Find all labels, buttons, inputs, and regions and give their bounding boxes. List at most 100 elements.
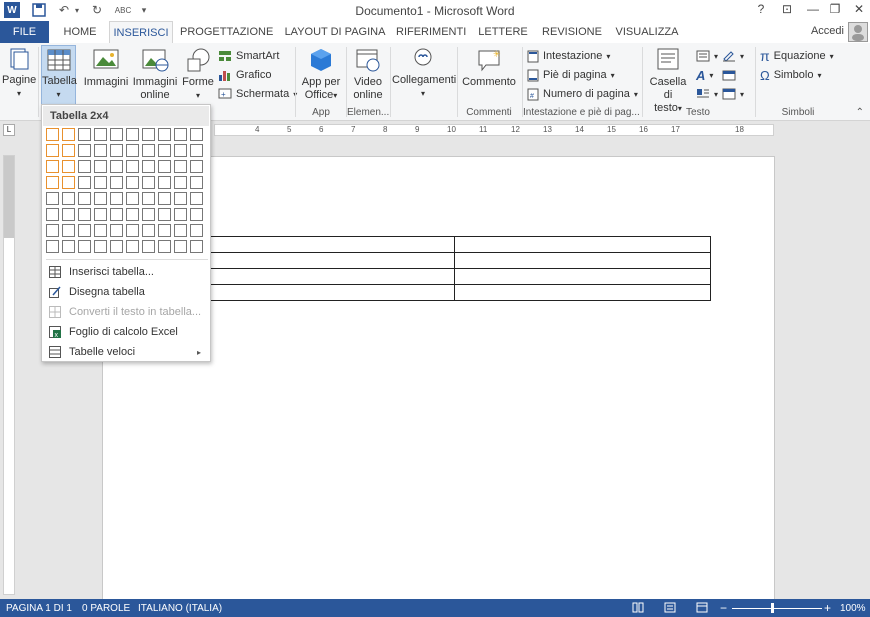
table-grid-cell[interactable] bbox=[174, 224, 187, 237]
table-grid-cell[interactable] bbox=[190, 224, 203, 237]
table-grid-cell[interactable] bbox=[78, 192, 91, 205]
table-grid-cell[interactable] bbox=[158, 176, 171, 189]
table-grid-cell[interactable] bbox=[110, 144, 123, 157]
commento-button[interactable]: ✳ Commento bbox=[459, 47, 519, 89]
collegamenti-button[interactable]: Collegamenti ▾ bbox=[392, 47, 456, 100]
table-cell[interactable] bbox=[454, 268, 711, 285]
tab-riferimenti[interactable]: RIFERIMENTI bbox=[396, 21, 466, 43]
smartart-button[interactable]: SmartArt bbox=[218, 47, 279, 65]
table-grid-cell[interactable] bbox=[158, 224, 171, 237]
table-grid-cell[interactable] bbox=[46, 224, 59, 237]
date-time-button[interactable] bbox=[722, 66, 736, 84]
table-grid-cell[interactable] bbox=[190, 208, 203, 221]
table-grid-cell[interactable] bbox=[142, 176, 155, 189]
tab-home[interactable]: HOME bbox=[56, 21, 104, 43]
print-layout-icon[interactable] bbox=[664, 602, 676, 616]
table-grid-cell[interactable] bbox=[142, 160, 155, 173]
table-grid-cell[interactable] bbox=[126, 192, 139, 205]
table-grid-cell[interactable] bbox=[46, 176, 59, 189]
vertical-ruler[interactable] bbox=[3, 155, 15, 595]
zoom-in-button[interactable]: + bbox=[824, 601, 831, 615]
table-grid-cell[interactable] bbox=[142, 192, 155, 205]
simbolo-button[interactable]: Ω Simbolo ▾ bbox=[760, 66, 821, 84]
page-count[interactable]: PAGINA 1 DI 1 bbox=[6, 603, 72, 614]
casella-di-testo-button[interactable]: Casella di testo▾ bbox=[644, 47, 692, 115]
table-grid-cell[interactable] bbox=[78, 144, 91, 157]
app-per-office-button[interactable]: App per Office▾ bbox=[300, 47, 342, 102]
tab-layout-di-pagina[interactable]: LAYOUT DI PAGINA bbox=[283, 21, 387, 43]
table-grid-cell[interactable] bbox=[94, 192, 107, 205]
immagini-button[interactable]: Immagini bbox=[83, 47, 129, 89]
video-online-button[interactable]: Video online bbox=[349, 47, 387, 102]
table-cell[interactable] bbox=[454, 236, 711, 253]
table-grid-cell[interactable] bbox=[190, 240, 203, 253]
table-grid-cell[interactable] bbox=[78, 176, 91, 189]
table-grid-cell[interactable] bbox=[94, 176, 107, 189]
table-grid-cell[interactable] bbox=[94, 224, 107, 237]
table-grid-cell[interactable] bbox=[142, 144, 155, 157]
table-grid-cell[interactable] bbox=[110, 160, 123, 173]
tab-selector[interactable]: L bbox=[3, 124, 15, 136]
table-grid-cell[interactable] bbox=[62, 192, 75, 205]
table-grid-cell[interactable] bbox=[110, 176, 123, 189]
table-grid-cell[interactable] bbox=[158, 128, 171, 141]
table-grid-cell[interactable] bbox=[46, 208, 59, 221]
table-grid-cell[interactable] bbox=[142, 224, 155, 237]
table-grid-cell[interactable] bbox=[62, 144, 75, 157]
object-button[interactable]: ▾ bbox=[722, 85, 744, 103]
table-cell[interactable] bbox=[198, 252, 455, 269]
table-grid-cell[interactable] bbox=[158, 160, 171, 173]
table-grid-cell[interactable] bbox=[62, 176, 75, 189]
table-grid-cell[interactable] bbox=[94, 128, 107, 141]
language-indicator[interactable]: ITALIANO (ITALIA) bbox=[138, 603, 222, 614]
close-button[interactable]: ✕ bbox=[848, 2, 870, 18]
table-cell[interactable] bbox=[454, 284, 711, 301]
read-mode-icon[interactable] bbox=[632, 602, 644, 616]
wordart-button[interactable]: A ▾ bbox=[696, 66, 713, 84]
table-grid-cell[interactable] bbox=[46, 192, 59, 205]
zoom-out-button[interactable]: − bbox=[720, 601, 727, 615]
table-grid-cell[interactable] bbox=[78, 128, 91, 141]
tab-visualizza[interactable]: VISUALIZZA bbox=[613, 21, 681, 43]
immagini-online-button[interactable]: Immagini online bbox=[131, 47, 179, 102]
zoom-slider-thumb[interactable] bbox=[771, 603, 774, 613]
table-grid-cell[interactable] bbox=[174, 176, 187, 189]
table-grid-cell[interactable] bbox=[190, 192, 203, 205]
table-grid-cell[interactable] bbox=[110, 192, 123, 205]
table-grid-cell[interactable] bbox=[190, 176, 203, 189]
tabelle-veloci-item[interactable]: Tabelle veloci ▸ bbox=[43, 342, 209, 362]
table-grid-cell[interactable] bbox=[126, 208, 139, 221]
quick-parts-button[interactable]: ▾ bbox=[696, 47, 718, 65]
help-icon[interactable]: ? bbox=[750, 2, 772, 18]
equazione-button[interactable]: π Equazione ▾ bbox=[760, 47, 834, 65]
table-grid-cell[interactable] bbox=[110, 224, 123, 237]
web-layout-icon[interactable] bbox=[696, 602, 708, 616]
forme-button[interactable]: Forme ▾ bbox=[181, 47, 215, 102]
table-grid-cell[interactable] bbox=[62, 240, 75, 253]
table-cell[interactable] bbox=[198, 236, 455, 253]
table-grid-cell[interactable] bbox=[78, 224, 91, 237]
table-grid-cell[interactable] bbox=[158, 240, 171, 253]
table-grid-cell[interactable] bbox=[46, 144, 59, 157]
table-grid-cell[interactable] bbox=[126, 240, 139, 253]
table-grid-cell[interactable] bbox=[62, 208, 75, 221]
word-count[interactable]: 0 PAROLE bbox=[82, 603, 130, 614]
tab-progettazione[interactable]: PROGETTAZIONE bbox=[180, 21, 273, 43]
table-grid-cell[interactable] bbox=[174, 128, 187, 141]
table-grid-cell[interactable] bbox=[78, 208, 91, 221]
table-grid-cell[interactable] bbox=[174, 160, 187, 173]
inserisci-tabella-item[interactable]: Inserisci tabella... bbox=[43, 262, 209, 282]
tab-file[interactable]: FILE bbox=[0, 21, 49, 43]
drop-cap-button[interactable]: ▾ bbox=[696, 85, 718, 103]
signature-line-button[interactable]: ▾ bbox=[722, 47, 744, 65]
zoom-slider[interactable] bbox=[732, 608, 822, 609]
minimize-button[interactable]: — bbox=[802, 2, 824, 18]
restore-button[interactable]: ❐ bbox=[824, 2, 846, 18]
table-grid-cell[interactable] bbox=[78, 240, 91, 253]
table-grid-cell[interactable] bbox=[94, 208, 107, 221]
table-grid-cell[interactable] bbox=[46, 160, 59, 173]
foglio-excel-item[interactable]: x Foglio di calcolo Excel bbox=[43, 322, 209, 342]
tab-inserisci[interactable]: INSERISCI bbox=[109, 21, 173, 44]
table-cell[interactable] bbox=[454, 252, 711, 269]
table-grid-cell[interactable] bbox=[94, 144, 107, 157]
